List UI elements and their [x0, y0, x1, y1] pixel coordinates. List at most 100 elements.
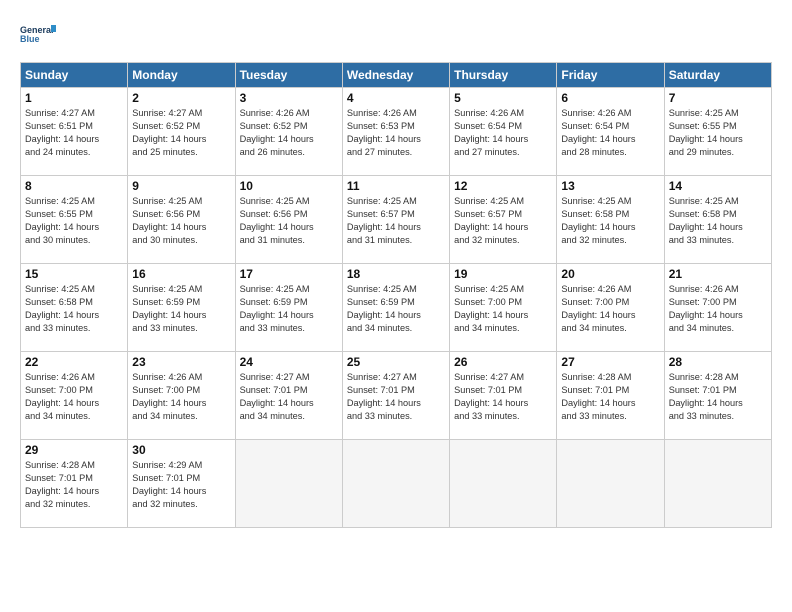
- day-info: Sunrise: 4:28 AM Sunset: 7:01 PM Dayligh…: [561, 371, 659, 423]
- day-info: Sunrise: 4:25 AM Sunset: 6:56 PM Dayligh…: [132, 195, 230, 247]
- day-number: 23: [132, 355, 230, 369]
- calendar-cell: 30 Sunrise: 4:29 AM Sunset: 7:01 PM Dayli…: [128, 440, 235, 528]
- day-info: Sunrise: 4:25 AM Sunset: 6:55 PM Dayligh…: [25, 195, 123, 247]
- day-number: 2: [132, 91, 230, 105]
- day-info: Sunrise: 4:28 AM Sunset: 7:01 PM Dayligh…: [25, 459, 123, 511]
- day-number: 3: [240, 91, 338, 105]
- day-number: 14: [669, 179, 767, 193]
- day-header-wednesday: Wednesday: [342, 63, 449, 88]
- day-info: Sunrise: 4:25 AM Sunset: 6:59 PM Dayligh…: [240, 283, 338, 335]
- day-number: 22: [25, 355, 123, 369]
- calendar-cell: 15 Sunrise: 4:25 AM Sunset: 6:58 PM Dayli…: [21, 264, 128, 352]
- calendar-cell: 10 Sunrise: 4:25 AM Sunset: 6:56 PM Dayli…: [235, 176, 342, 264]
- day-number: 30: [132, 443, 230, 457]
- day-number: 21: [669, 267, 767, 281]
- day-header-tuesday: Tuesday: [235, 63, 342, 88]
- calendar-cell: [664, 440, 771, 528]
- day-number: 29: [25, 443, 123, 457]
- calendar-cell: 6 Sunrise: 4:26 AM Sunset: 6:54 PM Daylig…: [557, 88, 664, 176]
- day-header-monday: Monday: [128, 63, 235, 88]
- day-info: Sunrise: 4:27 AM Sunset: 7:01 PM Dayligh…: [347, 371, 445, 423]
- day-number: 8: [25, 179, 123, 193]
- day-number: 25: [347, 355, 445, 369]
- day-header-thursday: Thursday: [450, 63, 557, 88]
- day-info: Sunrise: 4:27 AM Sunset: 6:52 PM Dayligh…: [132, 107, 230, 159]
- day-number: 27: [561, 355, 659, 369]
- calendar-cell: [557, 440, 664, 528]
- calendar-cell: 20 Sunrise: 4:26 AM Sunset: 7:00 PM Dayli…: [557, 264, 664, 352]
- day-number: 6: [561, 91, 659, 105]
- day-info: Sunrise: 4:29 AM Sunset: 7:01 PM Dayligh…: [132, 459, 230, 511]
- day-number: 18: [347, 267, 445, 281]
- calendar-cell: 17 Sunrise: 4:25 AM Sunset: 6:59 PM Dayli…: [235, 264, 342, 352]
- calendar-cell: 12 Sunrise: 4:25 AM Sunset: 6:57 PM Dayli…: [450, 176, 557, 264]
- day-info: Sunrise: 4:25 AM Sunset: 6:57 PM Dayligh…: [454, 195, 552, 247]
- day-number: 4: [347, 91, 445, 105]
- general-blue-icon: General Blue: [20, 16, 56, 52]
- calendar-cell: 4 Sunrise: 4:26 AM Sunset: 6:53 PM Daylig…: [342, 88, 449, 176]
- day-number: 12: [454, 179, 552, 193]
- calendar-cell: [342, 440, 449, 528]
- day-info: Sunrise: 4:26 AM Sunset: 7:00 PM Dayligh…: [25, 371, 123, 423]
- day-info: Sunrise: 4:25 AM Sunset: 6:59 PM Dayligh…: [132, 283, 230, 335]
- day-number: 16: [132, 267, 230, 281]
- svg-text:Blue: Blue: [20, 34, 40, 44]
- calendar-cell: 11 Sunrise: 4:25 AM Sunset: 6:57 PM Dayli…: [342, 176, 449, 264]
- day-number: 19: [454, 267, 552, 281]
- day-number: 10: [240, 179, 338, 193]
- day-info: Sunrise: 4:25 AM Sunset: 6:56 PM Dayligh…: [240, 195, 338, 247]
- calendar-cell: 9 Sunrise: 4:25 AM Sunset: 6:56 PM Daylig…: [128, 176, 235, 264]
- calendar-cell: [450, 440, 557, 528]
- day-header-friday: Friday: [557, 63, 664, 88]
- day-number: 13: [561, 179, 659, 193]
- calendar-cell: 13 Sunrise: 4:25 AM Sunset: 6:58 PM Dayli…: [557, 176, 664, 264]
- logo: General Blue: [20, 16, 56, 52]
- calendar-cell: 1Sunrise: 4:27 AM Sunset: 6:51 PM Daylig…: [21, 88, 128, 176]
- calendar-cell: 5 Sunrise: 4:26 AM Sunset: 6:54 PM Daylig…: [450, 88, 557, 176]
- day-info: Sunrise: 4:26 AM Sunset: 6:54 PM Dayligh…: [454, 107, 552, 159]
- calendar-cell: 18 Sunrise: 4:25 AM Sunset: 6:59 PM Dayli…: [342, 264, 449, 352]
- calendar-cell: 27 Sunrise: 4:28 AM Sunset: 7:01 PM Dayli…: [557, 352, 664, 440]
- day-info: Sunrise: 4:25 AM Sunset: 6:58 PM Dayligh…: [669, 195, 767, 247]
- day-info: Sunrise: 4:26 AM Sunset: 6:54 PM Dayligh…: [561, 107, 659, 159]
- day-number: 11: [347, 179, 445, 193]
- day-number: 5: [454, 91, 552, 105]
- day-info: Sunrise: 4:26 AM Sunset: 6:52 PM Dayligh…: [240, 107, 338, 159]
- day-info: Sunrise: 4:25 AM Sunset: 7:00 PM Dayligh…: [454, 283, 552, 335]
- day-info: Sunrise: 4:25 AM Sunset: 6:55 PM Dayligh…: [669, 107, 767, 159]
- day-number: 9: [132, 179, 230, 193]
- day-info: Sunrise: 4:25 AM Sunset: 6:57 PM Dayligh…: [347, 195, 445, 247]
- day-number: 15: [25, 267, 123, 281]
- day-number: 24: [240, 355, 338, 369]
- calendar-cell: 16 Sunrise: 4:25 AM Sunset: 6:59 PM Dayli…: [128, 264, 235, 352]
- calendar-cell: 26 Sunrise: 4:27 AM Sunset: 7:01 PM Dayli…: [450, 352, 557, 440]
- calendar-cell: 8 Sunrise: 4:25 AM Sunset: 6:55 PM Daylig…: [21, 176, 128, 264]
- day-info: Sunrise: 4:27 AM Sunset: 7:01 PM Dayligh…: [240, 371, 338, 423]
- calendar-cell: 28Sunrise: 4:28 AM Sunset: 7:01 PM Dayli…: [664, 352, 771, 440]
- day-info: Sunrise: 4:26 AM Sunset: 7:00 PM Dayligh…: [561, 283, 659, 335]
- day-info: Sunrise: 4:26 AM Sunset: 7:00 PM Dayligh…: [669, 283, 767, 335]
- calendar: SundayMondayTuesdayWednesdayThursdayFrid…: [20, 62, 772, 528]
- day-info: Sunrise: 4:25 AM Sunset: 6:58 PM Dayligh…: [561, 195, 659, 247]
- svg-text:General: General: [20, 25, 54, 35]
- calendar-cell: 21 Sunrise: 4:26 AM Sunset: 7:00 PM Dayli…: [664, 264, 771, 352]
- calendar-cell: 3 Sunrise: 4:26 AM Sunset: 6:52 PM Daylig…: [235, 88, 342, 176]
- calendar-cell: 19 Sunrise: 4:25 AM Sunset: 7:00 PM Dayli…: [450, 264, 557, 352]
- calendar-cell: 14 Sunrise: 4:25 AM Sunset: 6:58 PM Dayli…: [664, 176, 771, 264]
- calendar-cell: 2 Sunrise: 4:27 AM Sunset: 6:52 PM Daylig…: [128, 88, 235, 176]
- day-info: Sunrise: 4:25 AM Sunset: 6:59 PM Dayligh…: [347, 283, 445, 335]
- day-info: Sunrise: 4:27 AM Sunset: 6:51 PM Dayligh…: [25, 107, 123, 159]
- day-info: Sunrise: 4:25 AM Sunset: 6:58 PM Dayligh…: [25, 283, 123, 335]
- day-info: Sunrise: 4:26 AM Sunset: 6:53 PM Dayligh…: [347, 107, 445, 159]
- day-number: 26: [454, 355, 552, 369]
- calendar-cell: 7 Sunrise: 4:25 AM Sunset: 6:55 PM Daylig…: [664, 88, 771, 176]
- day-number: 20: [561, 267, 659, 281]
- day-info: Sunrise: 4:27 AM Sunset: 7:01 PM Dayligh…: [454, 371, 552, 423]
- calendar-cell: [235, 440, 342, 528]
- calendar-cell: 23Sunrise: 4:26 AM Sunset: 7:00 PM Dayli…: [128, 352, 235, 440]
- day-number: 7: [669, 91, 767, 105]
- day-header-saturday: Saturday: [664, 63, 771, 88]
- day-number: 28: [669, 355, 767, 369]
- calendar-cell: 24 Sunrise: 4:27 AM Sunset: 7:01 PM Dayli…: [235, 352, 342, 440]
- day-number: 17: [240, 267, 338, 281]
